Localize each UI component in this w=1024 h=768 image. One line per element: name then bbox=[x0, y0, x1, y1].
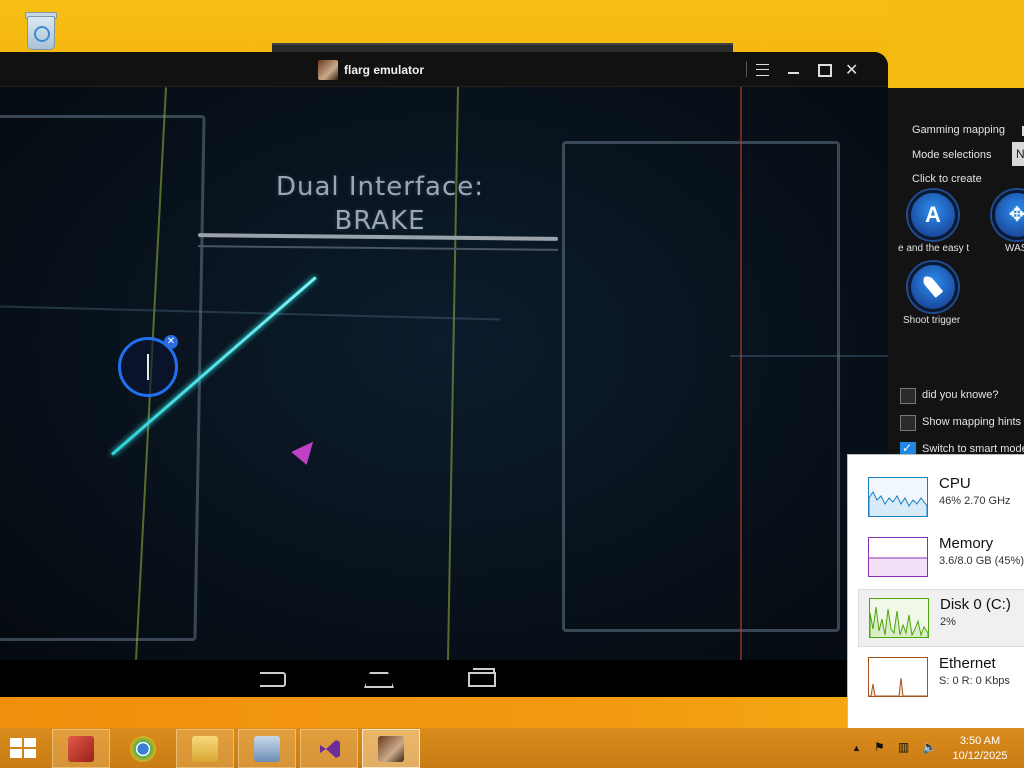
task-manager-performance: CPU 46% 2.70 GHz Memory 3.6/8.0 GB (45%)… bbox=[847, 454, 1024, 729]
clock-time: 3:50 AM bbox=[959, 735, 1001, 747]
dpad-glyph: ✥ bbox=[1008, 204, 1024, 226]
action-center-flag-icon[interactable]: ⚑ bbox=[874, 740, 885, 754]
desktop-wallpaper-right bbox=[888, 0, 1024, 90]
perf-item-disk[interactable]: Disk 0 (C:) 2% bbox=[858, 589, 1024, 647]
perf-item-memory[interactable]: Memory 3.6/8.0 GB (45%) bbox=[858, 529, 1024, 585]
memory-value: 3.6/8.0 GB (45%) bbox=[939, 555, 1024, 567]
flarg-emulator-icon bbox=[378, 736, 404, 762]
a-key-glyph: A bbox=[925, 202, 941, 227]
game-title-line1: Dual Interface: bbox=[275, 172, 485, 202]
show-mapping-hints-checkbox[interactable] bbox=[900, 415, 916, 431]
right-touch-panel bbox=[562, 141, 840, 632]
disk-value: 2% bbox=[940, 616, 956, 628]
cpu-value: 46% 2.70 GHz bbox=[939, 495, 1011, 507]
shoot-trigger-caption: Shoot trigger bbox=[903, 315, 961, 326]
taskbar-app-chrome[interactable] bbox=[114, 729, 172, 768]
emulator-title-group: flarg emulator bbox=[318, 60, 424, 80]
taskbar-app-explorer[interactable] bbox=[176, 729, 234, 768]
bullet-glyph bbox=[923, 276, 943, 298]
remove-mapping-close-icon[interactable]: ✕ bbox=[164, 335, 178, 349]
click-to-create-label: Click to create bbox=[912, 173, 982, 185]
system-clock[interactable]: 3:50 AM 10/12/2025 bbox=[950, 734, 1010, 764]
taskbar-app-red-cube[interactable] bbox=[52, 729, 110, 768]
minimize-icon[interactable] bbox=[788, 72, 799, 74]
menu-icon[interactable] bbox=[756, 64, 769, 76]
cpu-graph bbox=[868, 477, 928, 517]
flarg-app-icon bbox=[318, 60, 338, 80]
clock-date: 10/12/2025 bbox=[952, 750, 1008, 762]
recycle-symbol-icon bbox=[34, 26, 50, 42]
emulator-titlebar[interactable]: flarg emulator ✕ bbox=[0, 52, 888, 87]
taskbar-app-flarg[interactable] bbox=[362, 729, 420, 768]
perf-item-cpu[interactable]: CPU 46% 2.70 GHz bbox=[858, 469, 1024, 525]
android-recents-icon[interactable] bbox=[468, 668, 496, 687]
taskbar: ▲ ⚑ ▥ 🔈 3:50 AM 10/12/2025 bbox=[0, 728, 1024, 768]
taskbar-app-remote[interactable] bbox=[238, 729, 296, 768]
close-icon[interactable]: ✕ bbox=[845, 60, 858, 80]
dpad-icon[interactable]: ✥ bbox=[992, 190, 1024, 240]
ethernet-label: Ethernet bbox=[939, 655, 996, 672]
red-cube-app-icon bbox=[68, 736, 94, 762]
maximize-icon[interactable] bbox=[818, 64, 832, 77]
visual-studio-icon bbox=[320, 740, 340, 758]
android-back-icon[interactable] bbox=[260, 672, 286, 687]
gaming-mapping-label: Gamming mapping bbox=[912, 124, 1005, 136]
mode-selections-label: Mode selections bbox=[912, 149, 992, 161]
grid-line bbox=[740, 87, 742, 660]
game-screen[interactable]: Dual Interface: BRAKE ✕ bbox=[0, 87, 888, 660]
show-hidden-icons-icon[interactable]: ▲ bbox=[852, 743, 861, 753]
remote-desktop-icon bbox=[254, 736, 280, 762]
a-key-caption: e and the easy t bbox=[898, 243, 970, 254]
dpad-caption: WAS bbox=[1005, 243, 1024, 254]
chrome-icon bbox=[130, 736, 156, 762]
file-explorer-icon bbox=[192, 736, 218, 762]
game-title: Dual Interface: BRAKE bbox=[240, 170, 520, 238]
brake-bar-shadow bbox=[197, 245, 559, 251]
network-icon[interactable]: ▥ bbox=[898, 740, 909, 754]
text-cursor-icon bbox=[147, 354, 149, 380]
volume-muted-icon[interactable]: 🔈 bbox=[922, 740, 937, 754]
a-key-icon[interactable]: A bbox=[908, 190, 958, 240]
emulator-window: flarg emulator ✕ Dual Interface: BRAKE ✕ bbox=[0, 52, 888, 697]
ethernet-graph bbox=[868, 657, 928, 697]
perf-item-ethernet[interactable]: Ethernet S: 0 R: 0 Kbps bbox=[858, 649, 1024, 705]
start-windows-icon[interactable] bbox=[10, 738, 38, 760]
memory-label: Memory bbox=[939, 535, 994, 552]
disk-label: Disk 0 (C:) bbox=[940, 596, 1011, 613]
titlebar-separator bbox=[746, 61, 747, 77]
cpu-label: CPU bbox=[939, 475, 971, 492]
disk-graph bbox=[869, 598, 929, 638]
did-you-know-label: did you knowe? bbox=[922, 389, 999, 401]
recycle-bin-icon[interactable] bbox=[22, 8, 58, 50]
android-home-icon[interactable] bbox=[364, 672, 394, 688]
bullet-icon[interactable] bbox=[908, 262, 958, 312]
did-you-know-checkbox[interactable] bbox=[900, 388, 916, 404]
show-mapping-hints-label: Show mapping hints s bbox=[922, 416, 1024, 428]
mode-select[interactable]: N bbox=[1012, 142, 1024, 166]
memory-graph bbox=[868, 537, 928, 577]
emulator-title: flarg emulator bbox=[344, 63, 425, 77]
grid-line bbox=[730, 355, 888, 357]
ship-arrow-icon bbox=[291, 435, 321, 465]
mapping-side-panel: Gamming mapping Mode selections N Click … bbox=[888, 88, 1024, 458]
ethernet-value: S: 0 R: 0 Kbps bbox=[939, 675, 1010, 687]
android-navbar bbox=[0, 660, 888, 697]
game-title-line2: BRAKE bbox=[334, 206, 426, 236]
taskbar-app-visual-studio[interactable] bbox=[300, 729, 358, 768]
